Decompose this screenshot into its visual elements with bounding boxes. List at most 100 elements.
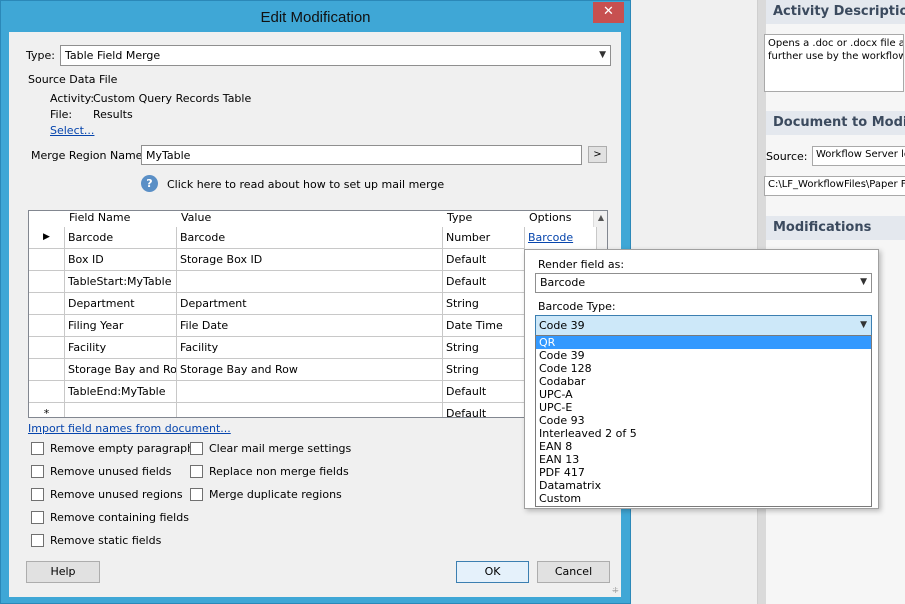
cell-value[interactable] [177, 381, 443, 403]
row-header[interactable] [29, 271, 65, 293]
cell-value[interactable]: Storage Bay and Row [177, 359, 443, 381]
barcode-type-select[interactable]: Code 39 ▼ [535, 315, 872, 336]
column-header-value[interactable]: Value [177, 211, 443, 227]
table-row[interactable]: ▶ Barcode Barcode Number Barcode [29, 227, 597, 249]
row-header[interactable]: ▶ [29, 227, 65, 249]
row-header[interactable] [29, 359, 65, 381]
cell-field[interactable]: TableStart:MyTable [65, 271, 177, 293]
checkbox[interactable] [190, 488, 203, 501]
select-link[interactable]: Select... [50, 124, 94, 137]
cell-field[interactable] [65, 403, 177, 417]
checkbox-label[interactable]: Remove empty paragraphs [50, 442, 200, 455]
barcode-option[interactable]: UPC-E [536, 401, 871, 414]
mail-merge-help-link[interactable]: Click here to read about how to set up m… [167, 178, 444, 191]
table-row[interactable]: * Default [29, 403, 597, 417]
checkbox[interactable] [190, 465, 203, 478]
close-button[interactable]: ✕ [593, 2, 624, 23]
cell-options[interactable]: Barcode [525, 227, 597, 249]
question-icon[interactable]: ? [141, 175, 158, 192]
table-row[interactable]: Department Department String [29, 293, 597, 315]
merge-region-input[interactable]: MyTable [141, 145, 582, 165]
help-button[interactable]: Help [26, 561, 100, 583]
cell-field[interactable]: Storage Bay and Row [65, 359, 177, 381]
source-combo[interactable]: Workflow Server lo [812, 146, 905, 166]
cell-type[interactable]: Date Time [443, 315, 525, 337]
table-row[interactable]: Facility Facility String [29, 337, 597, 359]
checkbox[interactable] [31, 534, 44, 547]
cell-type[interactable]: Default [443, 381, 525, 403]
table-row[interactable]: Box ID Storage Box ID Default [29, 249, 597, 271]
cancel-button[interactable]: Cancel [537, 561, 610, 583]
checkbox-label[interactable]: Remove static fields [50, 534, 161, 547]
barcode-option[interactable]: UPC-A [536, 388, 871, 401]
cell-value[interactable]: Facility [177, 337, 443, 359]
table-row[interactable]: TableStart:MyTable Default [29, 271, 597, 293]
scroll-up-icon[interactable]: ▲ [594, 211, 607, 225]
cell-type[interactable]: Default [443, 271, 525, 293]
document-path-field[interactable]: C:\LF_WorkflowFiles\Paper F [764, 176, 905, 196]
barcode-option[interactable]: PDF 417 [536, 466, 871, 479]
column-header-type[interactable]: Type [443, 211, 525, 227]
row-header[interactable] [29, 293, 65, 315]
barcode-option[interactable]: Custom [536, 492, 871, 505]
render-field-select[interactable]: Barcode ▼ [535, 273, 872, 293]
checkbox[interactable] [31, 442, 44, 455]
type-select[interactable]: Table Field Merge ▼ [60, 45, 611, 66]
checkbox[interactable] [31, 511, 44, 524]
cell-type[interactable]: String [443, 293, 525, 315]
activity-value: Custom Query Records Table [93, 92, 252, 105]
import-field-names-link[interactable]: Import field names from document... [28, 422, 231, 435]
row-header[interactable]: * [29, 403, 65, 417]
cell-value[interactable] [177, 403, 443, 417]
close-icon: ✕ [603, 4, 614, 19]
checkbox-label[interactable]: Remove unused fields [50, 465, 172, 478]
cell-type[interactable]: Number [443, 227, 525, 249]
barcode-option[interactable]: Code 39 [536, 349, 871, 362]
barcode-option[interactable]: QR [536, 336, 871, 349]
merge-region-button[interactable]: > [588, 146, 607, 163]
row-header[interactable] [29, 337, 65, 359]
table-row[interactable]: TableEnd:MyTable Default [29, 381, 597, 403]
row-header[interactable] [29, 315, 65, 337]
barcode-option[interactable]: Datamatrix [536, 479, 871, 492]
cell-value[interactable]: File Date [177, 315, 443, 337]
checkbox[interactable] [190, 442, 203, 455]
table-row[interactable]: Storage Bay and Row Storage Bay and Row St… [29, 359, 597, 381]
cell-field[interactable]: Filing Year [65, 315, 177, 337]
checkbox-label[interactable]: Clear mail merge settings [209, 442, 351, 455]
cell-field[interactable]: Barcode [65, 227, 177, 249]
row-header[interactable] [29, 381, 65, 403]
barcode-option[interactable]: EAN 8 [536, 440, 871, 453]
column-header-options[interactable]: Options [525, 211, 597, 227]
ok-button[interactable]: OK [456, 561, 529, 583]
barcode-option[interactable]: EAN 13 [536, 453, 871, 466]
cell-value[interactable] [177, 271, 443, 293]
cell-type[interactable]: Default [443, 403, 525, 417]
cell-field[interactable]: Department [65, 293, 177, 315]
checkbox[interactable] [31, 465, 44, 478]
cell-value[interactable]: Department [177, 293, 443, 315]
cell-field[interactable]: Facility [65, 337, 177, 359]
checkbox-label[interactable]: Remove containing fields [50, 511, 189, 524]
checkbox-label[interactable]: Merge duplicate regions [209, 488, 342, 501]
barcode-option[interactable]: Interleaved 2 of 5 [536, 427, 871, 440]
cell-field[interactable]: TableEnd:MyTable [65, 381, 177, 403]
cell-type[interactable]: Default [443, 249, 525, 271]
barcode-option[interactable]: Code 93 [536, 414, 871, 427]
table-row[interactable]: Filing Year File Date Date Time [29, 315, 597, 337]
cell-field[interactable]: Box ID [65, 249, 177, 271]
cell-value[interactable]: Storage Box ID [177, 249, 443, 271]
checkbox-label[interactable]: Replace non merge fields [209, 465, 349, 478]
activity-description-line1: Opens a .doc or .docx file and [768, 38, 904, 49]
row-header[interactable] [29, 249, 65, 271]
barcode-option[interactable]: Codabar [536, 375, 871, 388]
file-value: Results [93, 108, 133, 121]
cell-type[interactable]: String [443, 337, 525, 359]
checkbox-label[interactable]: Remove unused regions [50, 488, 183, 501]
cell-value[interactable]: Barcode [177, 227, 443, 249]
resize-grip-icon[interactable]: ⁜ [612, 586, 619, 595]
barcode-option[interactable]: Code 128 [536, 362, 871, 375]
column-header-field-name[interactable]: Field Name [65, 211, 177, 227]
checkbox[interactable] [31, 488, 44, 501]
cell-type[interactable]: String [443, 359, 525, 381]
